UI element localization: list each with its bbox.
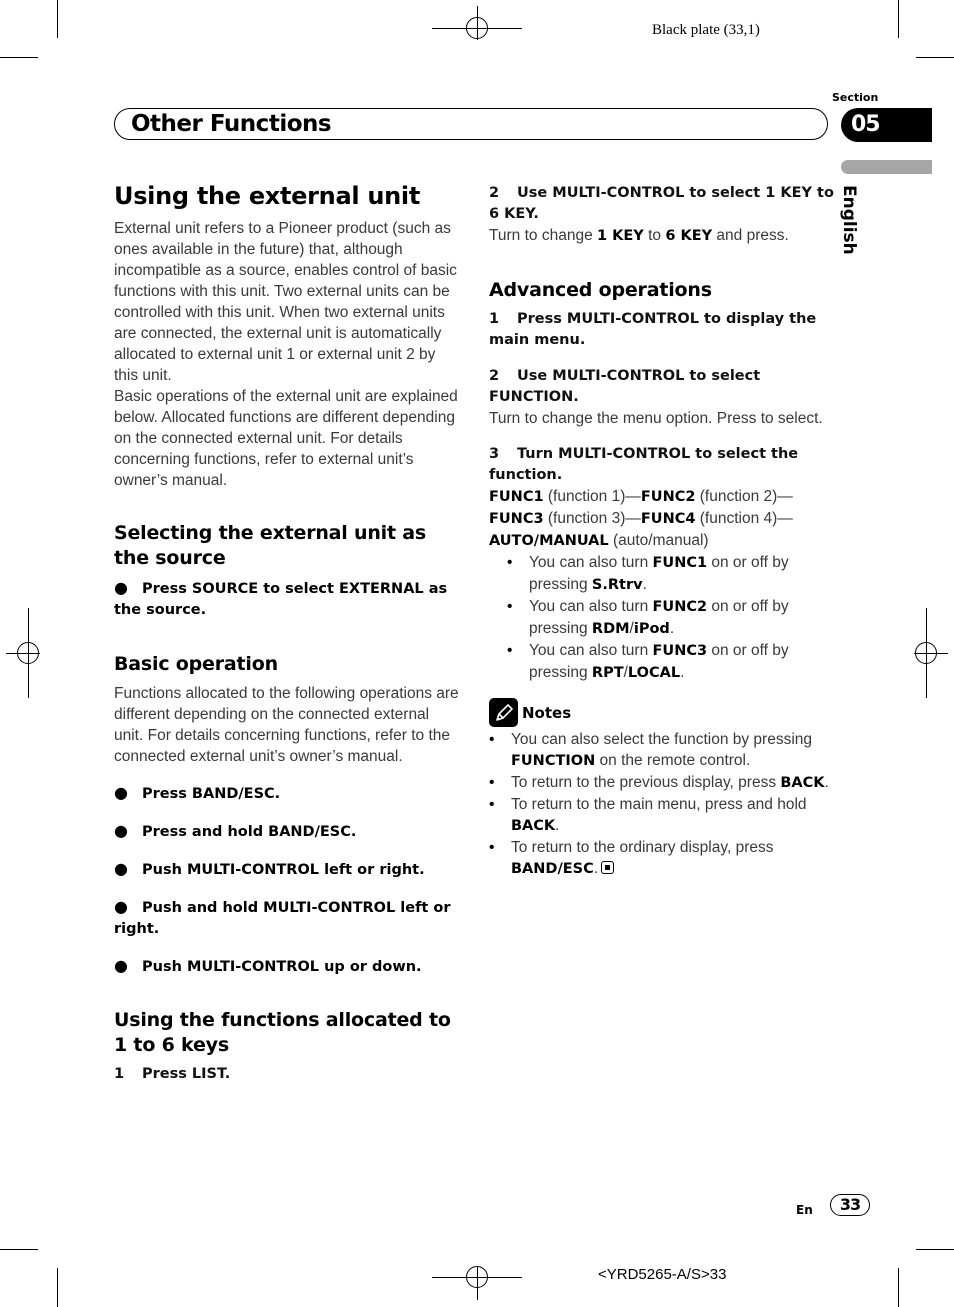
basic-step: ● Press BAND/ESC. [114, 783, 281, 802]
bullet-icon: ● [114, 578, 128, 597]
language-code: En [796, 1203, 813, 1217]
section-number-tab: 05 [841, 108, 932, 142]
crop-mark [0, 1249, 38, 1250]
keys-step-2: 2 Use MULTI-CONTROL to select 1 KEY to 6 … [489, 185, 834, 222]
function-tips: You can also turn FUNC1 on or off by pre… [489, 552, 834, 684]
basic-step: ● Press and hold BAND/ESC. [114, 821, 357, 840]
advanced-step-2: 2 Use MULTI-CONTROL to select FUNCTION. [489, 368, 761, 405]
advanced-step-2-text: Turn to change the menu option. Press to… [489, 410, 823, 427]
note-item: To return to the main menu, press and ho… [489, 794, 834, 837]
tip-item: You can also turn FUNC1 on or off by pre… [507, 552, 834, 596]
page-title: Using the external unit [114, 182, 420, 210]
advanced-step-3: 3 Turn MULTI-CONTROL to select the functi… [489, 446, 799, 483]
end-of-section-icon [601, 861, 615, 874]
tip-item: You can also turn FUNC2 on or off by pre… [507, 596, 834, 640]
registration-mark-right [914, 608, 948, 698]
note-item: You can also select the function by pres… [489, 729, 834, 772]
basic-step: ● Push MULTI-CONTROL left or right. [114, 859, 425, 878]
basic-step: ● Push MULTI-CONTROL up or down. [114, 956, 422, 975]
step-select-source: ● Press SOURCE to select EXTERNAL as the … [114, 578, 448, 618]
notes-label: Notes [522, 703, 572, 722]
intro-paragraph: Basic operations of the external unit ar… [114, 388, 458, 489]
chapter-title: Other Functions [131, 111, 332, 137]
keys-step-1: 1 Press LIST. [114, 1066, 231, 1082]
crop-mark [57, 0, 58, 38]
registration-mark-left [6, 608, 40, 698]
registration-mark-top [432, 6, 522, 40]
left-column: Using the external unit External unit re… [114, 180, 459, 1085]
registration-mark-bottom [432, 1266, 522, 1300]
crop-mark [898, 0, 899, 38]
note-item: To return to the ordinary display, press… [489, 837, 834, 880]
note-item: To return to the previous display, press… [489, 772, 834, 794]
language-label: English [839, 185, 859, 255]
crop-mark [916, 1249, 954, 1250]
keys-step-2-text: Turn to change 1 KEY to 6 KEY and press. [489, 227, 789, 244]
page-number: 33 [830, 1194, 870, 1216]
basic-step: ● Push and hold MULTI-CONTROL left or rig… [114, 897, 451, 937]
function-sequence: FUNC1 (function 1)—FUNC2 (function 2)— FU… [489, 488, 793, 549]
right-column: 2 Use MULTI-CONTROL to select 1 KEY to 6 … [489, 183, 834, 880]
crop-mark [916, 57, 954, 58]
heading-advanced-operations: Advanced operations [489, 279, 712, 301]
heading-selecting-source: Selecting the external unit as the sourc… [114, 522, 427, 569]
bullet-icon: ● [114, 783, 128, 802]
crop-mark [57, 1268, 58, 1307]
crop-mark [0, 57, 38, 58]
bullet-icon: ● [114, 859, 128, 878]
section-label: Section [832, 91, 879, 104]
notes-header: Notes [489, 698, 834, 727]
document-id: <YRD5265-A/S>33 [598, 1266, 727, 1283]
intro-paragraph: External unit refers to a Pioneer produc… [114, 220, 457, 384]
plate-label: Black plate (33,1) [652, 22, 760, 38]
heading-basic-operation: Basic operation [114, 653, 278, 675]
bullet-icon: ● [114, 821, 128, 840]
language-tab [841, 160, 932, 174]
bullet-icon: ● [114, 897, 128, 916]
pencil-icon [489, 698, 518, 727]
advanced-step-1: 1 Press MULTI-CONTROL to display the main… [489, 311, 817, 348]
basic-operation-text: Functions allocated to the following ope… [114, 685, 459, 765]
tip-item: You can also turn FUNC3 on or off by pre… [507, 640, 834, 684]
notes-list: You can also select the function by pres… [489, 729, 834, 880]
crop-mark [898, 1268, 899, 1307]
bullet-icon: ● [114, 956, 128, 975]
heading-keys: Using the functions allocated to 1 to 6 … [114, 1009, 451, 1056]
